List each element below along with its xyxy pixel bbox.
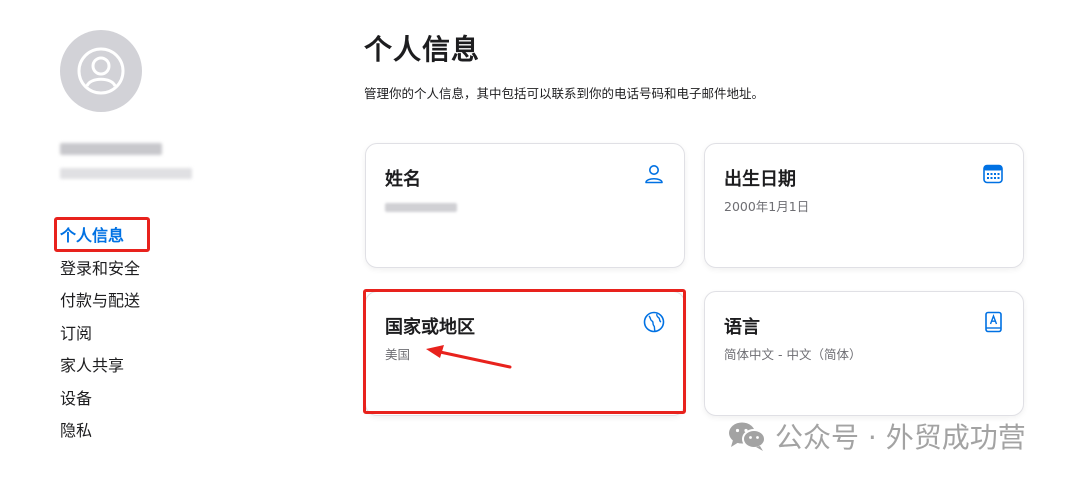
annotation-arrow-icon — [426, 345, 512, 369]
account-email-redacted — [60, 168, 192, 179]
birthday-card[interactable]: 出生日期 2000年1月1日 — [704, 143, 1024, 268]
language-card[interactable]: 语言 简体中文 - 中文（简体） — [704, 291, 1024, 416]
globe-icon — [643, 311, 665, 333]
person-icon — [645, 165, 663, 184]
sidebar-item-sign-in-security[interactable]: 登录和安全 — [60, 259, 140, 292]
avatar[interactable] — [60, 30, 142, 112]
annotation-box-nav — [54, 217, 150, 252]
country-card-value: 美国 — [385, 347, 411, 362]
sidebar-nav: 个人信息 登录和安全 付款与配送 订阅 家人共享 设备 隐私 — [60, 226, 140, 454]
country-region-card[interactable]: 国家或地区 美国 — [365, 291, 685, 416]
person-silhouette-icon — [77, 47, 125, 95]
sidebar-item-payment-shipping[interactable]: 付款与配送 — [60, 291, 140, 324]
sidebar-item-subscriptions[interactable]: 订阅 — [60, 324, 140, 357]
sidebar-item-devices[interactable]: 设备 — [60, 389, 140, 422]
name-value-redacted — [385, 203, 457, 212]
calendar-icon — [983, 164, 1003, 184]
country-card-title: 国家或地区 — [385, 317, 475, 338]
sidebar-item-family-sharing[interactable]: 家人共享 — [60, 356, 140, 389]
name-card[interactable]: 姓名 — [365, 143, 685, 268]
sidebar: 个人信息 登录和安全 付款与配送 订阅 家人共享 设备 隐私 — [0, 0, 300, 479]
book-icon — [985, 311, 1002, 333]
birthday-card-value: 2000年1月1日 — [724, 199, 810, 214]
birthday-card-title: 出生日期 — [724, 169, 796, 190]
language-card-title: 语言 — [724, 317, 760, 338]
watermark: 公众号 · 外贸成功营 — [727, 416, 1026, 456]
wechat-icon — [729, 422, 766, 451]
page-description: 管理你的个人信息，其中包括可以联系到你的电话号码和电子邮件地址。 — [364, 86, 765, 101]
language-card-value: 简体中文 - 中文（简体） — [724, 347, 862, 362]
name-card-title: 姓名 — [385, 169, 421, 190]
watermark-text: 公众号 · 外贸成功营 — [775, 421, 1026, 454]
sidebar-item-privacy[interactable]: 隐私 — [60, 421, 140, 454]
account-name-redacted — [60, 143, 162, 155]
page-title: 个人信息 — [364, 33, 481, 66]
